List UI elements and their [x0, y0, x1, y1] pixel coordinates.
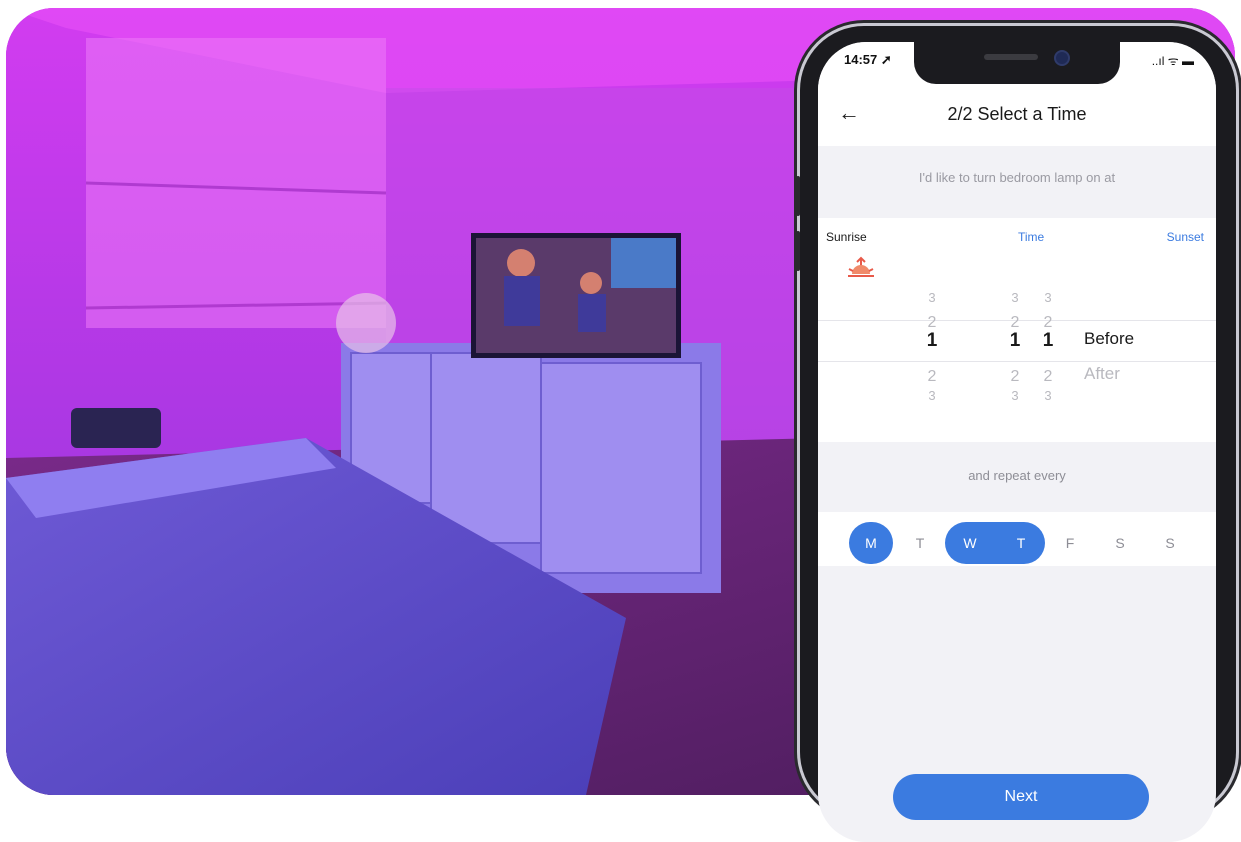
volume-button: [796, 231, 800, 271]
wheel-value: 3: [928, 388, 936, 403]
day-saturday[interactable]: S: [1098, 522, 1142, 564]
camera: [1054, 50, 1070, 66]
minute-tens-wheel[interactable]: 3 2 1 2 3: [1003, 218, 1027, 442]
wheel-value: 2: [927, 368, 937, 385]
status-icons: ..ıl ᯤ ▬: [1151, 54, 1194, 68]
before-option[interactable]: Before: [1084, 329, 1134, 349]
after-option[interactable]: After: [1084, 364, 1120, 384]
day-tuesday[interactable]: T: [898, 522, 942, 564]
wheel-value: 3: [928, 290, 936, 305]
prompt-text: I'd like to turn bedroom lamp on at: [918, 170, 1116, 185]
sunrise-icon: [848, 256, 874, 277]
page-title: 2/2 Select a Time: [947, 104, 1087, 124]
mode-sunset[interactable]: Sunset: [1167, 230, 1204, 244]
wheel-value: 3: [1011, 290, 1019, 305]
app-screen: 14:57 ➚ ..ıl ᯤ ▬ ← 2/2 Select a Time I'd…: [818, 42, 1216, 842]
day-sunday[interactable]: S: [1148, 522, 1192, 564]
wheel-selected: 1: [926, 330, 938, 351]
wheel-selected: 1: [1009, 330, 1021, 351]
minute-ones-wheel[interactable]: 3 2 1 2 3: [1036, 218, 1060, 442]
speaker: [984, 54, 1038, 60]
status-time: 14:57 ➚: [844, 52, 892, 67]
time-picker: Sunrise Time Sunset 3 2 1 2 3 3 2 1 2 3 …: [818, 218, 1216, 442]
phone-device: 14:57 ➚ ..ıl ᯤ ▬ ← 2/2 Select a Time I'd…: [796, 26, 1236, 842]
volume-button: [796, 176, 800, 216]
wheel-selected: 1: [1042, 330, 1054, 351]
day-monday[interactable]: M: [849, 522, 893, 564]
weekday-selector: M T W T F S S: [818, 512, 1216, 566]
wheel-value: 2: [1010, 368, 1020, 385]
wheel-value: 3: [1011, 388, 1019, 403]
wheel-value: 3: [1044, 290, 1052, 305]
nav-bar: ← 2/2 Select a Time: [818, 86, 1216, 146]
day-friday[interactable]: F: [1048, 522, 1092, 564]
next-button[interactable]: Next: [893, 774, 1149, 820]
wheel-value: 2: [1043, 368, 1053, 385]
hour-wheel[interactable]: 3 2 1 2 3: [920, 218, 944, 442]
day-thursday[interactable]: T: [999, 522, 1043, 564]
repeat-label: and repeat every: [968, 468, 1066, 483]
day-wednesday[interactable]: W: [948, 522, 992, 564]
wheel-value: 3: [1044, 388, 1052, 403]
notch: [914, 42, 1120, 84]
mode-sunrise[interactable]: Sunrise: [826, 230, 867, 244]
